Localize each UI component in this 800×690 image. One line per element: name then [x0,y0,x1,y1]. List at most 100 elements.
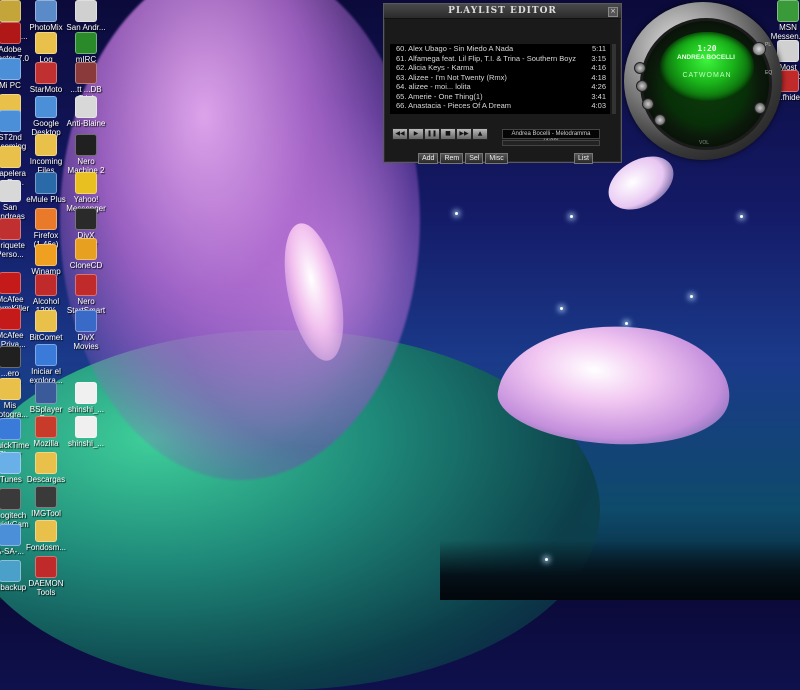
wallpaper-star [560,307,563,310]
desktop-icon[interactable]: shinshi_... [66,416,106,448]
folder-icon [0,146,21,168]
photomix-icon [35,0,57,22]
remove-button[interactable]: Rem [440,153,464,164]
desktop-icon[interactable]: Fondosm... [26,520,66,552]
skin-brand: CATWOMAN [682,72,732,79]
desktop-icon-label: Fondosm... [26,543,67,552]
track-duration: 3:15 [591,53,606,63]
track-artist: ANDREA BOCELLI [677,54,735,61]
list-button[interactable]: List [574,153,593,164]
stop-button[interactable] [642,98,654,110]
folder-icon [35,452,57,474]
desktop-icon[interactable]: Incoming Files [26,134,66,175]
bitcomet-icon [35,310,57,332]
desktop-icon[interactable]: PhotoMix [26,0,66,32]
app-icon [0,218,21,240]
desktop-icon[interactable]: eMule Plus [26,172,66,204]
playlist-editor-window[interactable]: PLAYLIST EDITOR × 60. Alex Ubago - Sin M… [383,3,622,164]
track-duration: 4:03 [591,101,606,110]
add-button[interactable]: Add [418,153,439,164]
playlist-track[interactable]: 62. Alicia Keys - Karma 4:16 [390,63,610,73]
desktop-icon[interactable]: MSN Messen... [768,0,800,41]
select-button[interactable]: Sel [465,153,484,164]
playlist-track[interactable]: 63. Alizee - I'm Not Twenty (Rmx) 4:18 [390,73,610,83]
desktop-icon[interactable]: Firefox (1.46c) [26,208,66,249]
desktop-icon[interactable]: Alcohol 120% [26,274,66,315]
game-icon [777,40,799,62]
track-name: 61. Alfamega feat. Lil Flip, T.I. & Trin… [396,53,576,63]
winamp-icon [35,244,57,266]
desktop-icon[interactable]: Nero Machine 2 [66,134,106,175]
close-icon[interactable]: × [608,7,618,17]
desktop-icon-label: IMGTool [31,509,61,518]
seek-bar[interactable] [502,140,600,146]
desktop-icon[interactable]: Google Desktop [26,96,66,137]
previous-button[interactable]: ◀◀ [392,128,408,140]
bsplayer-icon [35,382,57,404]
eject-button[interactable] [754,102,766,114]
play-button[interactable]: ▶ [408,128,424,140]
game-icon [75,0,97,22]
desktop-icon-label: eMule Plus [26,195,66,204]
mcafee-icon [0,272,21,294]
mcafee-icon [0,308,21,330]
previous-button[interactable] [634,62,646,74]
next-button[interactable] [654,114,666,126]
desktop-icon[interactable]: Iniciar el explora... [26,344,66,385]
track-duration: 4:18 [591,72,606,82]
desktop-icon[interactable]: San Andr... [66,0,106,32]
eject-button[interactable]: ▲ [472,128,488,140]
pause-button[interactable]: ❚❚ [424,128,440,140]
playlist-track-list[interactable]: 60. Alex Ubago - Sin Miedo A Nada 5:11 61… [390,44,610,114]
playlist-track[interactable]: 64. alizee - moi... lolita 4:26 [390,82,610,92]
desktop-icon[interactable]: DAEMON Tools [26,556,66,597]
next-button[interactable]: ▶▶ [456,128,472,140]
playlist-track[interactable]: 61. Alfamega feat. Lil Flip, T.I. & Trin… [390,54,610,64]
desktop-icon-label: San Andr... [66,23,106,32]
misc-button[interactable]: Misc [485,153,508,164]
desktop-icon[interactable]: Anti-Blaine [66,96,106,128]
track-name: 65. Amerie - One Thing(1) [396,91,483,101]
wallpaper-star [690,295,693,298]
track-name: 63. Alizee - I'm Not Twenty (Rmx) [396,72,507,82]
playlist-track[interactable]: 60. Alex Ubago - Sin Miedo A Nada 5:11 [390,44,610,54]
now-playing-display: Andrea Bocelli - Melodramma (4:09) [502,129,600,145]
desktop-icon[interactable]: Yahoo! Messenger [66,172,106,213]
playlist-toggle-button[interactable] [752,42,766,56]
winamp-player-skin[interactable]: 1:20 ANDREA BOCELLI CATWOMAN VOL PL EQ [624,2,782,160]
desktop-icon[interactable]: shinshi_... [66,382,106,414]
firefox-icon [35,208,57,230]
clonecd-icon [75,238,97,260]
desktop-icon-label: StarMoto [29,85,63,94]
internet-explorer-icon [35,344,57,366]
desktop-icon[interactable]: DivX Movies [66,310,106,351]
equalizer-toggle-label: EQ [765,70,773,76]
desktop-icon[interactable]: mIRC [66,32,106,64]
desktop-icon[interactable]: CloneCD [66,238,106,270]
desktop-icon[interactable]: Mozilla [26,416,66,448]
playlist-track[interactable]: 66. Anastacia - Pieces Of A Dream 4:03 [390,101,610,111]
desktop-icon[interactable]: StarMoto [26,62,66,94]
playlist-track[interactable]: 65. Amerie - One Thing(1) 3:41 [390,92,610,102]
playback-time: 1:20 [697,44,717,53]
desktop-icon[interactable]: Winamp [26,244,66,276]
computer-icon [0,58,21,80]
desktop-icon[interactable]: Log [26,32,66,64]
playlist-scrollbar[interactable] [612,44,616,114]
desktop-icon-label: DivX Movies [73,333,99,351]
playlist-editor-title[interactable]: PLAYLIST EDITOR [384,4,621,19]
desktop-icon[interactable]: IMGTool [26,486,66,518]
file-icon [75,416,97,438]
backup-icon [0,560,21,582]
app-icon [0,524,21,546]
track-name: 60. Alex Ubago - Sin Miedo A Nada [396,44,514,53]
nero-icon [75,274,97,296]
stop-button[interactable]: ■ [440,128,456,140]
track-duration: 4:16 [591,63,606,72]
desktop-icon[interactable]: Nero StartSmart [66,274,106,315]
divx-icon [75,310,97,332]
desktop-icon[interactable]: BitComet [26,310,66,342]
play-button[interactable] [636,80,648,92]
desktop-icon[interactable]: Descargas [26,452,66,484]
adobe-icon [0,22,21,44]
